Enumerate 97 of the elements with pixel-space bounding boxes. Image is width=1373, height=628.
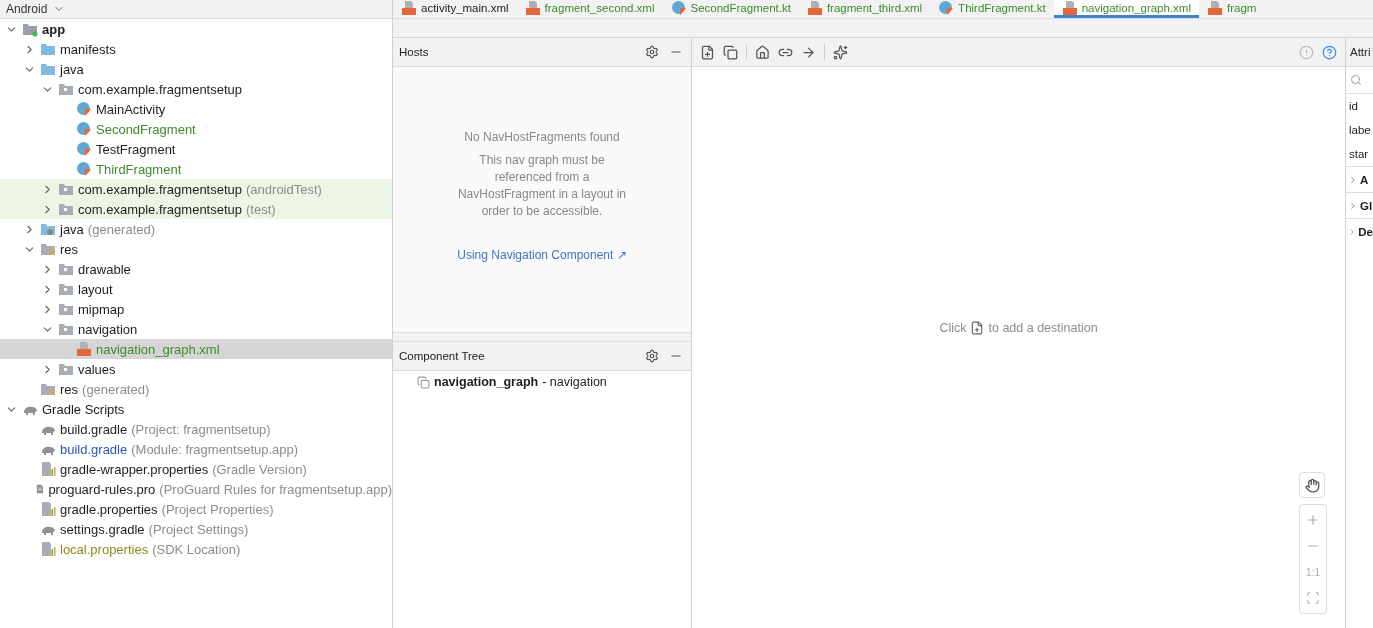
folder-icon: [58, 321, 74, 337]
folder-gear-icon: [40, 221, 56, 237]
empty-message: This nav graph must be referenced from a NavHostFragment in a layout in order to be accessible.: [456, 152, 628, 220]
folder-icon: [58, 261, 74, 277]
section-title[interactable]: Gl: [1360, 199, 1373, 212]
panel-title: Attri: [1346, 38, 1373, 67]
module-folder-icon: [22, 21, 38, 37]
editor-tab[interactable]: ThirdFragment.kt: [930, 0, 1054, 18]
attribute-label: id: [1348, 99, 1359, 114]
kotlin-class-icon: [938, 0, 955, 16]
properties-file-icon: [40, 461, 56, 477]
xml-file-icon: [1207, 0, 1223, 16]
editor-tab[interactable]: fragment_third.xml: [798, 0, 931, 18]
tree-item[interactable]: res (generated): [0, 379, 392, 399]
tree-item[interactable]: ThirdFragment: [0, 159, 392, 179]
new-destination-icon: [970, 320, 985, 335]
folder-icon: [58, 181, 74, 197]
editor-tab[interactable]: fragm: [1199, 0, 1265, 18]
settings-icon[interactable]: [645, 45, 659, 59]
settings-icon[interactable]: [645, 349, 659, 363]
tree-item[interactable]: manifests: [0, 39, 392, 59]
tree-item[interactable]: Gradle Scripts: [0, 399, 392, 419]
tree-item[interactable]: navigation: [0, 319, 392, 339]
tree-item[interactable]: com.example.fragmentsetup: [0, 79, 392, 99]
folder-icon: [40, 61, 56, 77]
resource-folder-icon: [40, 241, 56, 257]
search-icon[interactable]: [1350, 74, 1362, 86]
help-link[interactable]: Using Navigation Component ↗: [457, 248, 627, 262]
hand-icon: [1304, 477, 1320, 493]
arrow-right-icon[interactable]: [801, 44, 816, 60]
chevron-right-icon[interactable]: [1348, 226, 1357, 237]
properties-file-icon: [40, 501, 56, 517]
kotlin-class-icon: [76, 101, 92, 117]
properties-file-icon: [40, 541, 56, 557]
folder-icon: [58, 81, 74, 97]
tree-item[interactable]: values: [0, 359, 392, 379]
help-icon[interactable]: [1322, 44, 1337, 60]
folder-icon: [40, 41, 56, 57]
editor-tab[interactable]: activity_main.xml: [393, 0, 517, 18]
empty-heading: No NavHostFragments found: [463, 129, 621, 146]
hint-text: Click: [939, 320, 967, 335]
tree-item[interactable]: com.example.fragmentsetup (androidTest): [0, 179, 392, 199]
new-destination-icon[interactable]: [700, 44, 715, 60]
plus-icon: [1306, 513, 1320, 527]
chevron-right-icon[interactable]: [1348, 200, 1358, 211]
xml-file-icon: [524, 0, 541, 16]
tree-item[interactable]: gradle.properties (Project Properties): [0, 499, 392, 519]
folder-icon: [58, 201, 74, 217]
tree-item[interactable]: MainActivity: [0, 99, 392, 119]
editor-tab[interactable]: navigation_graph.xml: [1053, 0, 1199, 18]
tree-item[interactable]: settings.gradle (Project Settings): [0, 519, 392, 539]
kotlin-class-icon: [670, 0, 687, 16]
tree-item[interactable]: SecondFragment: [0, 119, 392, 139]
tree-item[interactable]: build.gradle (Module: fragmentsetup.app): [0, 439, 392, 459]
graph-icon: [417, 375, 430, 389]
editor-tab[interactable]: SecondFragment.kt: [662, 0, 799, 18]
tree-item[interactable]: proguard-rules.pro (ProGuard Rules for fragmentsetup.app): [0, 479, 392, 499]
sparkle-icon[interactable]: [833, 44, 848, 60]
tree-item[interactable]: gradle-wrapper.properties (Gradle Version): [0, 459, 392, 479]
kotlin-class-icon: [76, 161, 92, 177]
tree-item[interactable]: layout: [0, 279, 392, 299]
tree-item[interactable]: java (generated): [0, 219, 392, 239]
tree-item[interactable]: local.properties (SDK Location): [0, 539, 392, 559]
component-name[interactable]: navigation_graph: [434, 375, 539, 389]
tree-item[interactable]: java: [0, 59, 392, 79]
chevron-right-icon[interactable]: [1348, 174, 1358, 185]
panel-title: Component Tree: [399, 350, 486, 362]
section-title[interactable]: De: [1358, 225, 1373, 238]
editor-tab[interactable]: fragment_second.xml: [516, 0, 663, 18]
attribute-label: star: [1348, 147, 1370, 162]
tree-item[interactable]: app: [0, 19, 392, 39]
tree-item[interactable]: drawable: [0, 259, 392, 279]
home-icon[interactable]: [755, 44, 770, 60]
hint-text: to add a destination: [988, 320, 1098, 335]
xml-file-icon: [806, 0, 823, 16]
tree-item[interactable]: mipmap: [0, 299, 392, 319]
component-type: - navigation: [542, 375, 607, 389]
fit-screen-icon: [1306, 591, 1320, 605]
nested-graph-icon[interactable]: [723, 44, 738, 60]
tree-item[interactable]: build.gradle (Project: fragmentsetup): [0, 419, 392, 439]
folder-icon: [58, 281, 74, 297]
panel-title: Hosts: [399, 46, 430, 58]
resource-folder-icon: [40, 381, 56, 397]
tree-item[interactable]: TestFragment: [0, 139, 392, 159]
kotlin-class-icon: [76, 121, 92, 137]
attribute-label: labe: [1348, 123, 1372, 138]
xml-file-icon: [401, 0, 417, 16]
xml-file-icon: [76, 341, 92, 357]
pan-button[interactable]: [1299, 472, 1325, 498]
xml-file-icon: [1061, 0, 1078, 16]
folder-icon: [58, 301, 74, 317]
tree-item[interactable]: res: [0, 239, 392, 259]
section-title[interactable]: A: [1360, 173, 1369, 186]
kotlin-class-icon: [76, 141, 92, 157]
folder-icon: [58, 361, 74, 377]
tree-item[interactable]: com.example.fragmentsetup (test): [0, 199, 392, 219]
view-selector[interactable]: Android: [6, 2, 48, 16]
